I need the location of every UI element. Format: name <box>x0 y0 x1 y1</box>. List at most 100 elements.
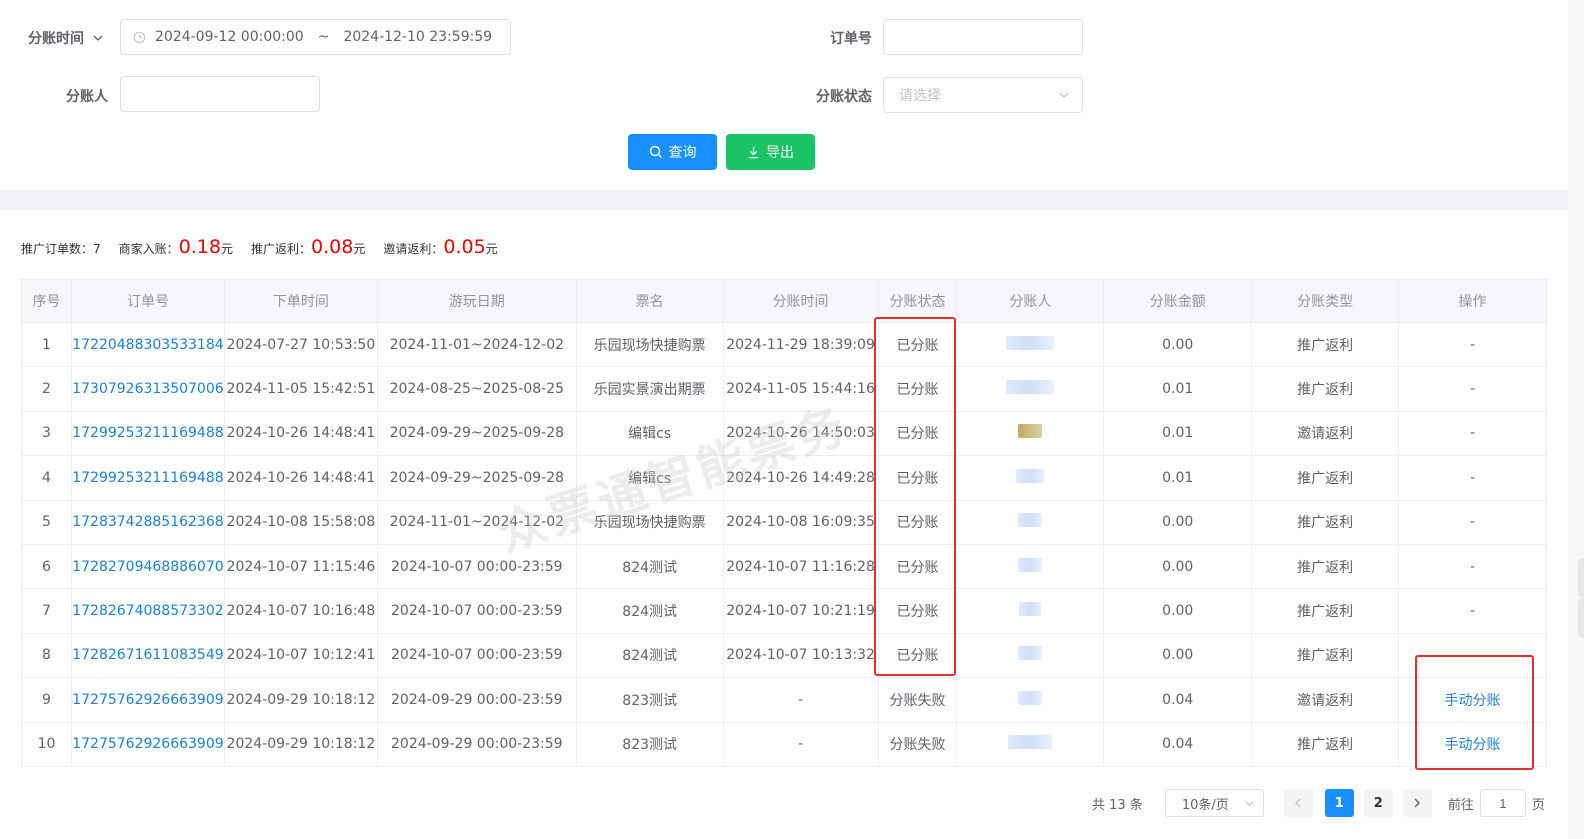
order-link[interactable]: 17282674088573302 <box>70 588 225 634</box>
split-status: 已分账 <box>877 543 958 590</box>
col-header-split-time: 分账时间 <box>722 279 879 323</box>
split-time-dropdown[interactable]: 分账时间 <box>28 28 104 48</box>
split-type: 推广返利 <box>1251 632 1400 679</box>
currency-unit: 元 <box>353 242 366 256</box>
row-action <box>1398 632 1547 679</box>
order-time: 2024-11-05 15:42:51 <box>223 366 378 412</box>
row-no: 4 <box>21 455 72 501</box>
split-amount: 0.01 <box>1103 366 1253 412</box>
split-time: 2024-11-05 15:44:16 <box>722 366 879 412</box>
play-date: 2024-10-07 00:00-23:59 <box>376 588 577 634</box>
date-start[interactable]: 2024-09-12 00:00:00 <box>155 29 304 45</box>
ticket-name: 824测试 <box>575 543 724 590</box>
status-placeholder: 请选择 <box>899 88 941 104</box>
scroll-handle[interactable] <box>1578 598 1584 638</box>
order-link[interactable]: 17282709468886070 <box>70 543 225 590</box>
order-time: 2024-09-29 10:18:12 <box>223 677 378 723</box>
page-button-1[interactable]: 1 <box>1324 789 1354 817</box>
page-button-2[interactable]: 2 <box>1363 789 1393 817</box>
table-row: 2 17307926313507006 2024-11-05 15:42:51 202… <box>21 366 1547 412</box>
split-time: 2024-10-07 10:21:19 <box>722 588 879 634</box>
row-action[interactable]: 手动分账 <box>1398 721 1547 767</box>
search-button[interactable]: 查询 <box>628 134 717 170</box>
stat-rebate-value: 0.08 <box>311 236 354 258</box>
masked-name <box>1018 424 1043 439</box>
row-no: 10 <box>21 721 72 767</box>
split-type: 推广返利 <box>1251 455 1400 501</box>
masked-name <box>1008 735 1053 750</box>
split-status: 已分账 <box>877 455 958 501</box>
export-button[interactable]: 导出 <box>726 134 815 170</box>
play-date: 2024-08-25~2025-08-25 <box>376 366 577 412</box>
split-status: 已分账 <box>877 499 958 545</box>
split-status: 分账失败 <box>877 721 958 767</box>
split-status: 已分账 <box>877 588 958 634</box>
col-header-splitter: 分账人 <box>956 279 1105 323</box>
order-link[interactable]: 17275762926663909 <box>70 677 225 723</box>
row-action: - <box>1398 455 1547 501</box>
order-link[interactable]: 17307926313507006 <box>70 366 225 412</box>
prev-page-button[interactable] <box>1283 789 1313 817</box>
order-link[interactable]: 17299253211169488 <box>70 410 225 457</box>
date-range-picker[interactable]: 2024-09-12 00:00:00 ~ 2024-12-10 23:59:5… <box>120 19 511 55</box>
next-page-button[interactable] <box>1402 789 1432 817</box>
masked-name <box>1019 602 1042 617</box>
stat-rebate-label: 推广返利： <box>251 242 312 256</box>
split-status: 已分账 <box>877 321 958 368</box>
order-link[interactable]: 17299253211169488 <box>70 455 225 501</box>
ticket-name: 823测试 <box>575 677 724 723</box>
split-amount: 0.00 <box>1103 543 1253 590</box>
page-size-select[interactable]: 10条/页 <box>1164 789 1264 817</box>
order-link[interactable]: 17282671611083549 <box>70 632 225 679</box>
goto-page-input[interactable] <box>1479 789 1526 817</box>
order-link[interactable]: 17275762926663909 <box>70 721 225 767</box>
order-time: 2024-10-07 10:12:41 <box>223 632 378 679</box>
row-action: - <box>1398 543 1547 590</box>
row-action[interactable]: 手动分账 <box>1398 677 1547 723</box>
scroll-handle[interactable] <box>1578 558 1584 598</box>
splitter-input[interactable] <box>120 76 320 112</box>
row-no: 9 <box>21 677 72 723</box>
page-scrollbar[interactable] <box>1568 0 1584 839</box>
stat-merchant-label: 商家入账： <box>118 242 179 256</box>
table-row: 3 17299253211169488 2024-10-26 14:48:41 202… <box>21 410 1547 457</box>
col-header-amount: 分账金额 <box>1103 279 1253 323</box>
ticket-name: 编辑cs <box>575 410 724 457</box>
stat-merchant: 商家入账： 0.18 元 <box>119 236 233 258</box>
order-no-input[interactable] <box>883 19 1083 55</box>
row-no: 2 <box>21 366 72 412</box>
row-action: - <box>1398 588 1547 634</box>
splitter <box>956 499 1105 545</box>
play-date: 2024-11-01~2024-12-02 <box>376 321 577 368</box>
status-select[interactable]: 请选择 <box>883 77 1083 113</box>
col-header-order: 订单号 <box>70 279 225 323</box>
masked-name <box>1018 513 1043 528</box>
stat-orders: 推广订单数： 7 <box>21 240 101 257</box>
date-end[interactable]: 2024-12-10 23:59:59 <box>343 29 492 45</box>
stat-invite-label: 邀请返利： <box>383 242 444 256</box>
masked-name <box>1018 690 1043 705</box>
order-link[interactable]: 17220488303533184 <box>70 321 225 368</box>
order-no-label: 订单号 <box>830 31 872 47</box>
stat-rebate: 推广返利： 0.08 元 <box>251 236 365 258</box>
split-time: 2024-10-08 16:09:35 <box>722 499 879 545</box>
section-divider <box>0 190 1568 210</box>
pagination: 共 13 条 10条/页 1 2 前往 页 <box>1092 789 1545 817</box>
split-type: 推广返利 <box>1251 366 1400 412</box>
col-header-no: 序号 <box>21 279 72 323</box>
stat-orders-label: 推广订单数： <box>21 242 94 256</box>
ticket-name: 乐园现场快捷购票 <box>575 321 724 368</box>
split-type: 推广返利 <box>1251 321 1400 368</box>
split-time: 2024-11-29 18:39:09 <box>722 321 879 368</box>
total-count: 共 13 条 <box>1092 797 1143 813</box>
table-body: 1 17220488303533184 2024-07-27 10:53:50 202… <box>21 321 1547 767</box>
table-row: 1 17220488303533184 2024-07-27 10:53:50 202… <box>21 321 1547 368</box>
split-amount: 0.00 <box>1103 321 1253 368</box>
chevron-down-icon <box>93 35 103 41</box>
table-row: 7 17282674088573302 2024-10-07 10:16:48 202… <box>21 588 1547 634</box>
order-link[interactable]: 17283742885162368 <box>70 499 225 545</box>
stat-merchant-value: 0.18 <box>178 236 221 258</box>
order-time: 2024-10-26 14:48:41 <box>223 455 378 501</box>
splitter <box>956 588 1105 634</box>
ticket-name: 824测试 <box>575 632 724 679</box>
